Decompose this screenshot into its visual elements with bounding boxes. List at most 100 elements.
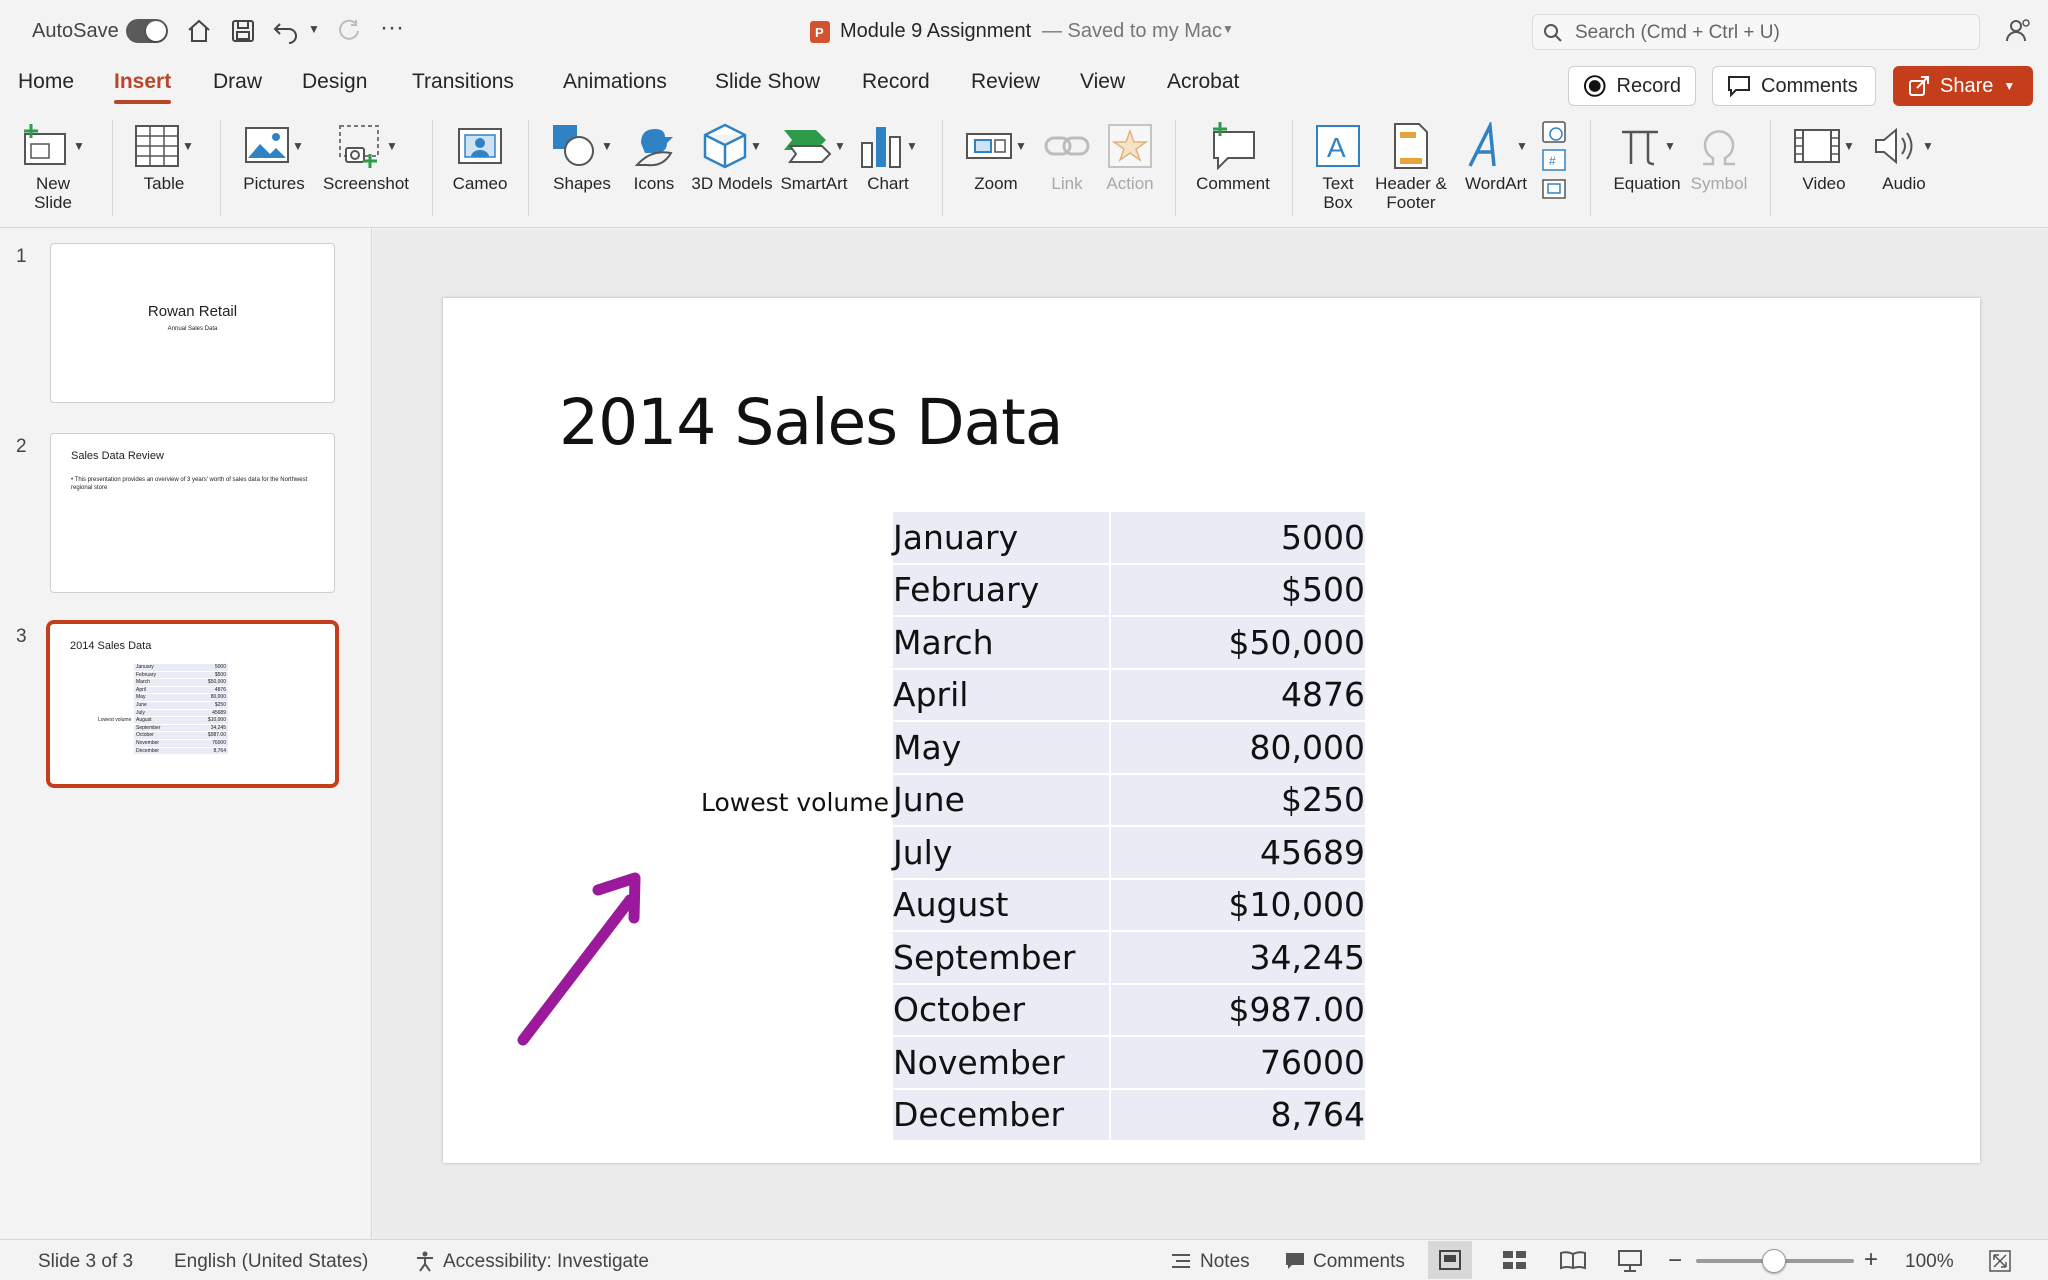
account-icon[interactable] xyxy=(2004,17,2032,45)
sales-value-cell[interactable]: 80,000 xyxy=(1111,722,1365,775)
tab-view[interactable]: View xyxy=(1080,70,1125,94)
new-slide-button[interactable]: ▼ New Slide xyxy=(16,118,90,212)
title-chevron-down-icon[interactable]: ▼ xyxy=(1222,22,1234,36)
month-cell[interactable]: December xyxy=(893,1089,1111,1142)
sales-value-cell[interactable]: $10,000 xyxy=(1111,879,1365,932)
table-row[interactable]: September 34,245 xyxy=(893,932,1365,985)
date-time-slide-number-object-icons[interactable]: # xyxy=(1540,118,1568,202)
slide-thumbnail-3-selected[interactable]: 2014 Sales Data Lowest volume January 500… xyxy=(46,620,339,788)
home-icon[interactable] xyxy=(186,18,212,44)
table-row[interactable]: March $50,000 xyxy=(893,617,1365,670)
wordart-button[interactable]: ▼ WordArt xyxy=(1458,118,1534,193)
sales-value-cell[interactable]: 4876 xyxy=(1111,669,1365,722)
shapes-button[interactable]: ▼ Shapes xyxy=(546,118,618,193)
cameo-button[interactable]: Cameo xyxy=(446,118,514,193)
icons-button[interactable]: Icons xyxy=(626,118,682,193)
audio-button[interactable]: ▼ Audio xyxy=(1868,118,1940,193)
video-button[interactable]: ▼ Video xyxy=(1788,118,1860,193)
link-button[interactable]: Link xyxy=(1042,118,1092,193)
tab-acrobat[interactable]: Acrobat xyxy=(1167,70,1239,94)
tab-review[interactable]: Review xyxy=(971,70,1040,94)
slide-sorter-icon[interactable] xyxy=(1502,1250,1528,1270)
callout-text[interactable]: Lowest volume xyxy=(701,788,889,817)
normal-view-button[interactable] xyxy=(1428,1241,1472,1279)
month-cell[interactable]: April xyxy=(893,669,1111,722)
equation-button[interactable]: ▼ Equation xyxy=(1604,118,1690,193)
sales-value-cell[interactable]: $50,000 xyxy=(1111,617,1365,670)
action-button[interactable]: Action xyxy=(1100,118,1160,193)
tab-home[interactable]: Home xyxy=(18,70,74,94)
month-cell[interactable]: June xyxy=(893,774,1111,827)
autosave-toggle[interactable] xyxy=(126,19,168,43)
tab-insert[interactable]: Insert xyxy=(114,70,172,104)
sales-value-cell[interactable]: $987.00 xyxy=(1111,984,1365,1037)
language-status[interactable]: English (United States) xyxy=(174,1251,368,1273)
table-row[interactable]: August $10,000 xyxy=(893,879,1365,932)
purple-arrow-shape[interactable] xyxy=(513,818,673,1048)
search-input[interactable]: Search (Cmd + Ctrl + U) xyxy=(1575,22,1780,44)
sales-value-cell[interactable]: 5000 xyxy=(1111,512,1365,565)
status-comments-button[interactable]: Comments xyxy=(1313,1251,1405,1273)
zoom-slider-thumb[interactable] xyxy=(1762,1249,1786,1273)
tab-animations[interactable]: Animations xyxy=(563,70,667,94)
zoom-out-button[interactable]: − xyxy=(1668,1247,1682,1275)
table-row[interactable]: July 45689 xyxy=(893,827,1365,880)
tab-transitions[interactable]: Transitions xyxy=(412,70,514,94)
smartart-button[interactable]: ▼ SmartArt xyxy=(766,118,862,193)
month-cell[interactable]: October xyxy=(893,984,1111,1037)
sales-value-cell[interactable]: $250 xyxy=(1111,774,1365,827)
slide-title[interactable]: 2014 Sales Data xyxy=(559,386,1063,459)
record-button[interactable]: Record xyxy=(1568,66,1696,106)
month-cell[interactable]: January xyxy=(893,512,1111,565)
pictures-button[interactable]: ▼ Pictures xyxy=(238,118,310,193)
table-row[interactable]: December 8,764 xyxy=(893,1089,1365,1142)
more-icon[interactable]: ··· xyxy=(380,14,404,42)
document-title[interactable]: Module 9 Assignment xyxy=(840,20,1031,43)
accessibility-status[interactable]: Accessibility: Investigate xyxy=(443,1251,649,1273)
zoom-in-button[interactable]: + xyxy=(1864,1246,1878,1274)
zoom-button[interactable]: ▼ Zoom xyxy=(960,118,1032,193)
reading-view-icon[interactable] xyxy=(1560,1250,1586,1270)
sales-value-cell[interactable]: 76000 xyxy=(1111,1037,1365,1090)
tab-record[interactable]: Record xyxy=(862,70,930,94)
month-cell[interactable]: September xyxy=(893,932,1111,985)
saved-status[interactable]: — Saved to my Mac xyxy=(1042,20,1222,43)
slide-thumbnail-1[interactable]: Rowan Retail Annual Sales Data xyxy=(50,243,335,403)
sales-data-table[interactable]: January 5000 February $500 March $50,000 April… xyxy=(893,512,1365,1142)
3d-models-button[interactable]: ▼ 3D Models xyxy=(690,118,774,193)
undo-icon[interactable] xyxy=(272,18,300,44)
table-row[interactable]: June $250 xyxy=(893,774,1365,827)
sales-value-cell[interactable]: 34,245 xyxy=(1111,932,1365,985)
month-cell[interactable]: July xyxy=(893,827,1111,880)
month-cell[interactable]: February xyxy=(893,564,1111,617)
zoom-level[interactable]: 100% xyxy=(1905,1251,1954,1273)
save-icon[interactable] xyxy=(230,18,256,44)
chart-button[interactable]: ▼ Chart xyxy=(852,118,924,193)
slideshow-view-icon[interactable] xyxy=(1618,1250,1642,1272)
table-row[interactable]: May 80,000 xyxy=(893,722,1365,775)
table-row[interactable]: January 5000 xyxy=(893,512,1365,565)
table-row[interactable]: October $987.00 xyxy=(893,984,1365,1037)
notes-button[interactable]: Notes xyxy=(1200,1251,1250,1273)
share-button[interactable]: Share ▼ xyxy=(1893,66,2033,106)
share-chevron-down-icon[interactable]: ▼ xyxy=(2003,79,2015,93)
redo-icon[interactable] xyxy=(336,18,362,44)
undo-dropdown-icon[interactable]: ▼ xyxy=(308,22,320,36)
month-cell[interactable]: May xyxy=(893,722,1111,775)
symbol-button[interactable]: Symbol xyxy=(1686,118,1752,193)
search-box[interactable]: Search (Cmd + Ctrl + U) xyxy=(1532,14,1980,50)
table-row[interactable]: February $500 xyxy=(893,564,1365,617)
screenshot-button[interactable]: ▼ Screenshot xyxy=(318,118,414,193)
slide-canvas[interactable]: 2014 Sales Data Lowest volume January 500… xyxy=(443,298,1980,1163)
table-button[interactable]: ▼ Table xyxy=(128,118,200,193)
comment-insert-button[interactable]: Comment xyxy=(1190,118,1276,193)
month-cell[interactable]: March xyxy=(893,617,1111,670)
table-row[interactable]: November 76000 xyxy=(893,1037,1365,1090)
text-box-button[interactable]: A Text Box xyxy=(1308,118,1368,212)
slide-thumbnail-2[interactable]: Sales Data Review • This presentation pr… xyxy=(50,433,335,593)
month-cell[interactable]: August xyxy=(893,879,1111,932)
month-cell[interactable]: November xyxy=(893,1037,1111,1090)
tab-slide-show[interactable]: Slide Show xyxy=(715,70,820,94)
sales-value-cell[interactable]: $500 xyxy=(1111,564,1365,617)
tab-draw[interactable]: Draw xyxy=(213,70,262,94)
